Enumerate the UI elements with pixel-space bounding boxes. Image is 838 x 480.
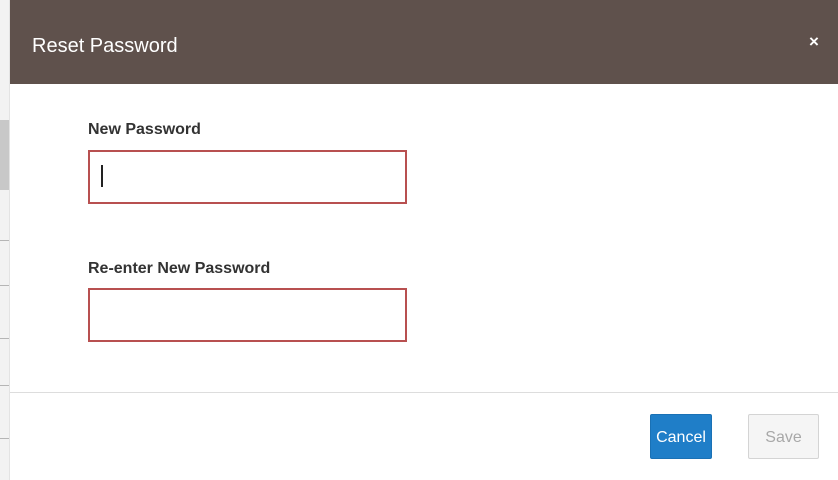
confirm-password-input[interactable] <box>88 288 407 342</box>
background-page-edge <box>0 0 10 480</box>
new-password-label: New Password <box>88 121 201 138</box>
footer-divider <box>10 392 838 393</box>
text-cursor <box>101 165 103 187</box>
dialog-header: Reset Password × <box>10 0 838 84</box>
confirm-password-label: Re-enter New Password <box>88 260 271 277</box>
background-edge-mark <box>0 438 9 439</box>
background-edge-mark <box>0 240 9 241</box>
reset-password-dialog: Reset Password × New Password Re-enter N… <box>10 0 838 480</box>
cancel-button[interactable]: Cancel <box>650 414 712 459</box>
background-edge-block <box>0 120 9 190</box>
background-edge-mark <box>0 285 9 286</box>
background-edge-mark <box>0 338 9 339</box>
new-password-input[interactable] <box>88 150 407 204</box>
close-icon[interactable]: × <box>802 30 826 54</box>
dialog-title: Reset Password <box>32 35 178 57</box>
background-edge-mark <box>0 385 9 386</box>
save-button[interactable]: Save <box>748 414 819 459</box>
